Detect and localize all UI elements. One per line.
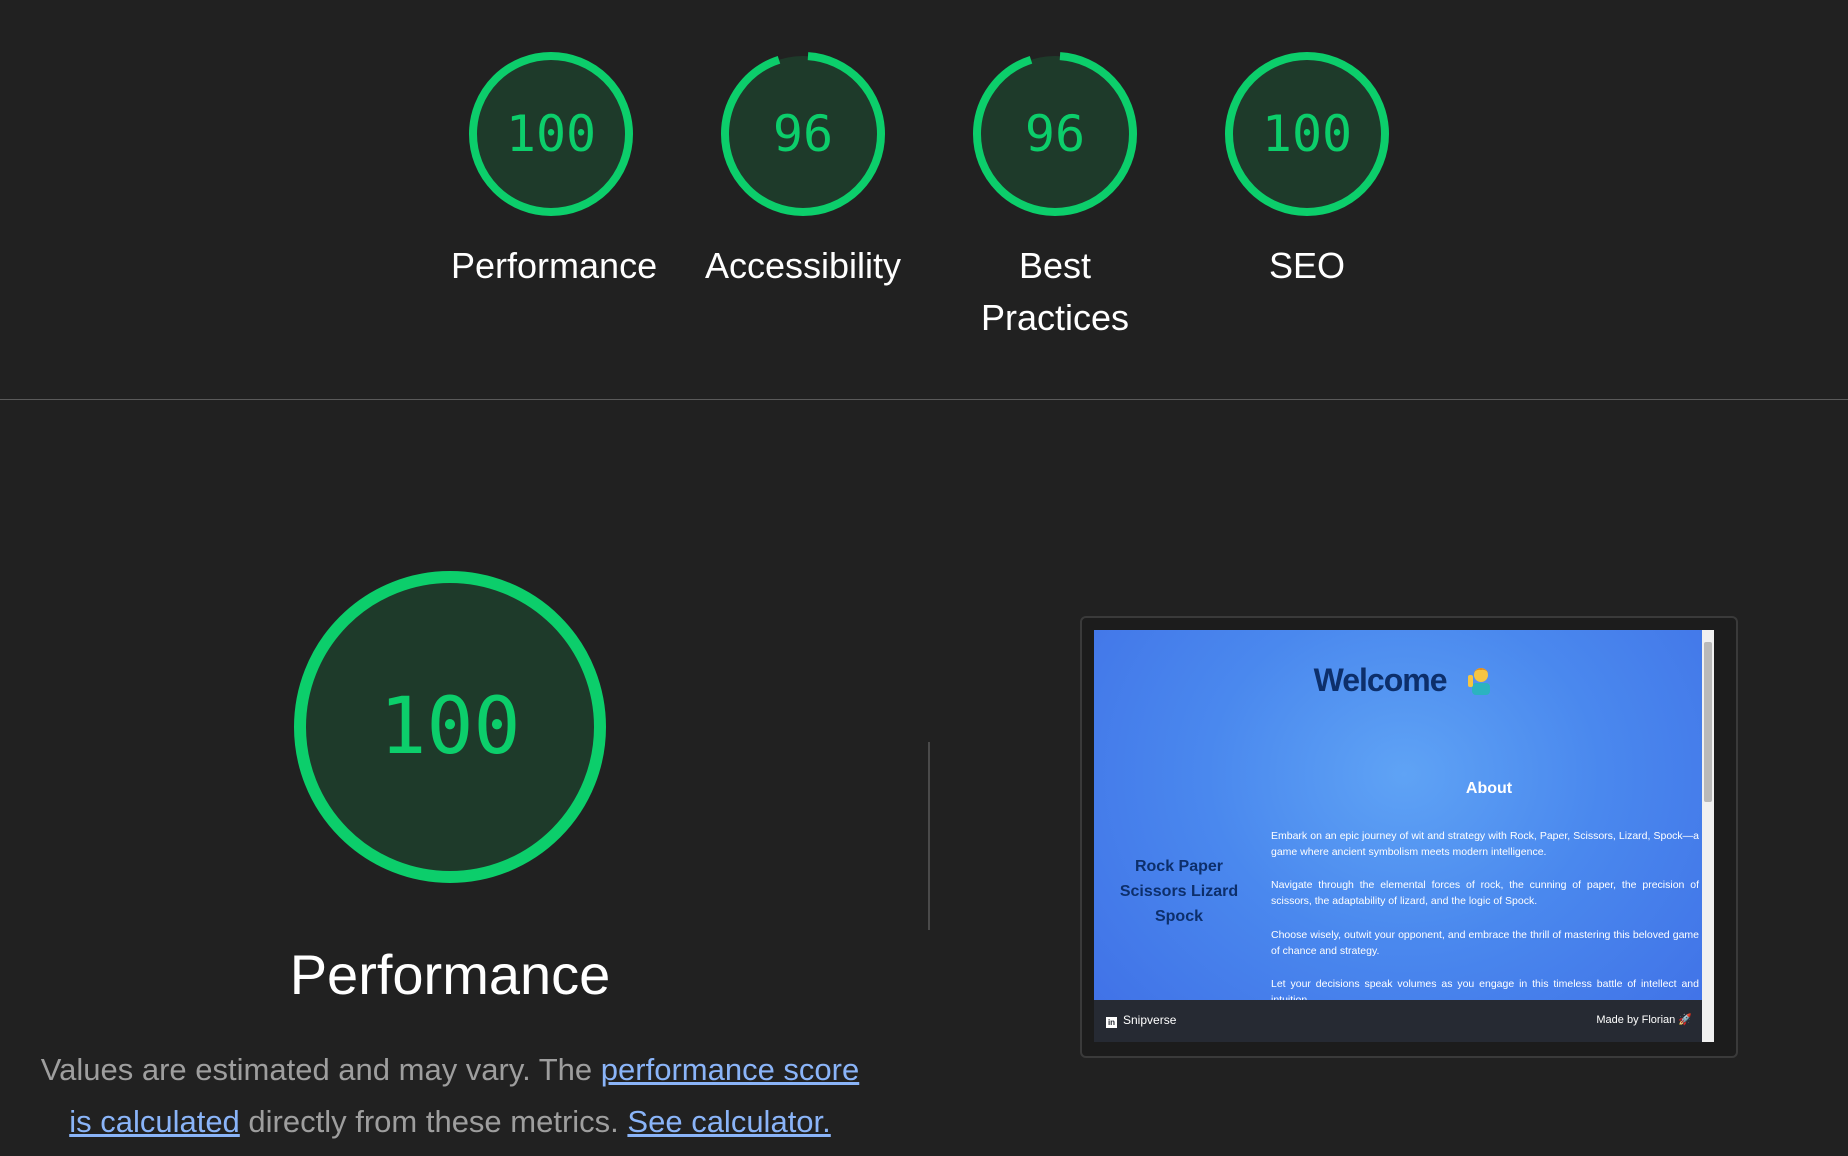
screenshot-paragraph: Embark on an epic journey of wit and str… [1271,830,1699,858]
desc-middle: directly from these metrics. [248,1104,619,1139]
page-screenshot: Welcome About Rock Paper Scissors Lizard… [1094,630,1714,1042]
footer-left: in Snipverse [1106,1013,1176,1028]
performance-description: Values are estimated and may vary. The p… [30,1044,870,1148]
footer-right: Made by Florian 🚀 [1596,1014,1692,1026]
screenshot-about-heading: About [1465,780,1513,797]
gauge-accessibility[interactable]: 96 Accessibility [673,50,933,292]
screenshot-welcome: Welcome [1094,662,1714,699]
welcome-text: Welcome [1313,662,1448,698]
screenshot-paragraph: Choose wisely, outwit your opponent, and… [1271,929,1699,957]
performance-score: 100 [379,682,521,772]
gauge-performance[interactable]: 100 Performance [421,50,681,292]
gauge-score: 96 [772,105,834,163]
screenshot-scrollbar [1702,630,1714,1042]
gauge-label: Performance [451,245,658,286]
person-waving-emoji-icon [1468,668,1491,695]
see-calculator-link[interactable]: See calculator. [627,1104,830,1139]
performance-title: Performance [289,943,611,1006]
footer-brand: Snipverse [1123,1013,1177,1027]
scrollbar-thumb [1704,642,1712,802]
screenshot-footer: in Snipverse Made by Florian 🚀 [1094,1000,1714,1042]
gauge-label: SEO [1268,245,1346,286]
gauge-label: Accessibility [704,245,902,286]
gauge-label: Best Practices [980,245,1130,338]
gauge-score: 100 [505,105,597,163]
category-gauges: 100 Performance 96 Accessibility 96 Best… [0,0,1848,400]
linkedin-icon: in [1106,1017,1117,1028]
gauge-score: 100 [1261,105,1353,163]
performance-gauge-large: 100 [290,567,610,887]
gauge-best-practices[interactable]: 96 Best Practices [925,50,1185,344]
gauge-score: 96 [1024,105,1086,163]
section-divider [928,742,930,930]
final-screenshot-thumbnail[interactable]: Welcome About Rock Paper Scissors Lizard… [1080,616,1738,1058]
screenshot-paragraph: Navigate through the elemental forces of… [1271,879,1699,907]
gauge-seo[interactable]: 100 SEO [1177,50,1437,292]
screenshot-game-title: Rock Paper Scissors Lizard Spock [1119,858,1239,925]
desc-prefix: Values are estimated and may vary. The [40,1052,593,1087]
